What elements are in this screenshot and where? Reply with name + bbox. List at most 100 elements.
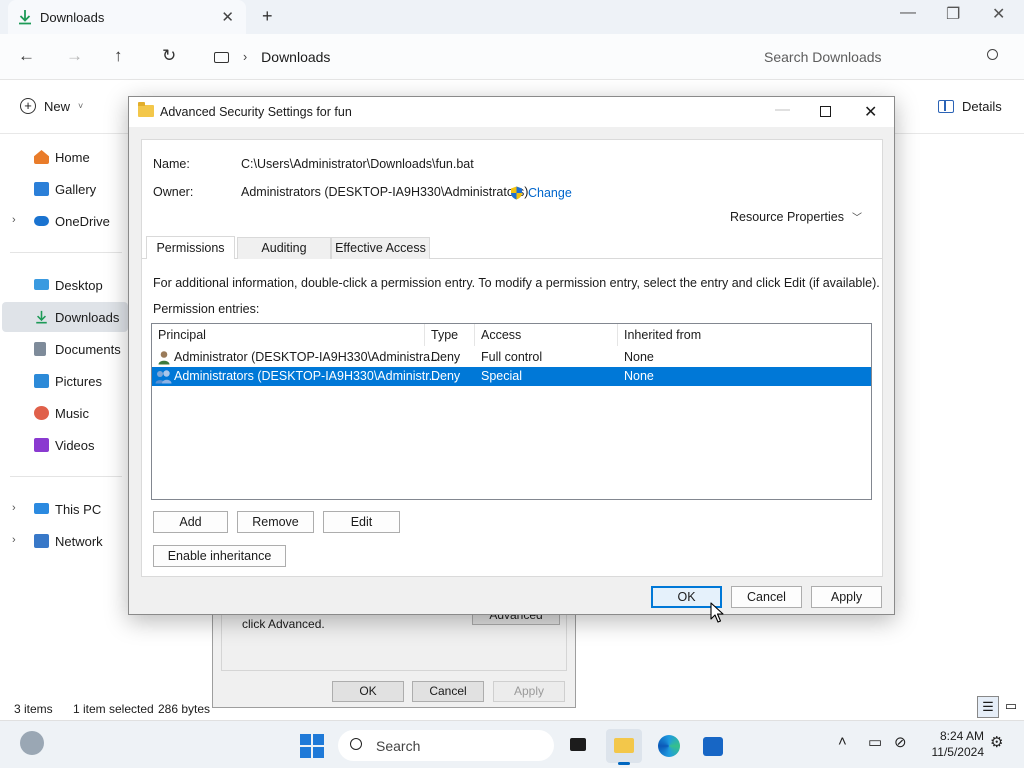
- tab-permissions[interactable]: Permissions: [146, 236, 235, 259]
- close-window-button[interactable]: ✕: [992, 4, 1005, 24]
- forward-button[interactable]: →: [66, 46, 83, 66]
- start-button[interactable]: [300, 734, 324, 758]
- restore-button[interactable]: ❐: [946, 4, 960, 24]
- column-header-type[interactable]: Type: [425, 324, 475, 346]
- change-owner-link[interactable]: Change: [528, 186, 572, 200]
- explorer-titlebar: Downloads ✕ + — ❐ ✕: [0, 0, 1024, 34]
- taskbar: Search ˄ ▭ ⊘ 8:24 AM 11/5/2024 ⚙: [0, 720, 1024, 768]
- download-icon: [19, 10, 31, 25]
- sidebar-item-music[interactable]: Music: [2, 398, 128, 428]
- edge-taskbar-button[interactable]: [651, 729, 687, 763]
- cloud-icon: [34, 216, 49, 226]
- edit-button[interactable]: Edit: [323, 511, 400, 533]
- search-icon: [350, 738, 362, 750]
- clock[interactable]: 8:24 AM 11/5/2024: [922, 728, 985, 760]
- weather-widget-icon[interactable]: [20, 731, 44, 755]
- column-header-inherited[interactable]: Inherited from: [618, 324, 871, 346]
- sidebar-item-network[interactable]: Network: [2, 526, 128, 556]
- advanced-security-dialog: Advanced Security Settings for fun — ✕ N…: [128, 96, 895, 615]
- new-label: New: [44, 98, 71, 114]
- breadcrumb[interactable]: Downloads: [261, 49, 330, 65]
- sidebar-item-home[interactable]: Home: [2, 142, 128, 172]
- permission-row[interactable]: Administrator (DESKTOP-IA9H330\Administr…: [152, 348, 871, 367]
- sidebar-divider: [10, 252, 122, 253]
- tab-effective-access[interactable]: Effective Access: [331, 237, 430, 259]
- sidebar-item-documents[interactable]: Documents: [2, 334, 128, 364]
- name-label: Name:: [153, 157, 190, 171]
- sidebar-item-this-pc[interactable]: This PC: [2, 494, 128, 524]
- chevron-down-icon: ˅: [78, 101, 84, 111]
- sidebar-item-onedrive[interactable]: OneDrive: [2, 206, 128, 236]
- column-header-principal[interactable]: Principal: [152, 324, 425, 346]
- dialog-maximize-button[interactable]: [820, 106, 831, 117]
- file-explorer-taskbar-button[interactable]: [606, 729, 642, 765]
- sidebar-item-pictures[interactable]: Pictures: [2, 366, 128, 396]
- notifications-icon[interactable]: ⚙: [990, 733, 1003, 751]
- start-logo-tile: [313, 734, 324, 745]
- row-principal: Administrators (DESKTOP-IA9H330\Administ…: [174, 369, 440, 383]
- sidebar-item-videos[interactable]: Videos: [2, 430, 128, 460]
- tab-auditing[interactable]: Auditing: [237, 237, 331, 259]
- show-hidden-icons-chevron[interactable]: ˄: [838, 733, 847, 750]
- new-button[interactable]: + New ˅: [20, 98, 83, 114]
- close-tab-icon[interactable]: ✕: [221, 8, 234, 26]
- pictures-icon: [34, 374, 49, 388]
- sidebar-item-downloads[interactable]: Downloads: [2, 302, 128, 332]
- enable-inheritance-button[interactable]: Enable inheritance: [153, 545, 286, 567]
- up-button[interactable]: ↑: [114, 46, 123, 66]
- cancel-button[interactable]: Cancel: [731, 586, 802, 608]
- permission-row-selected[interactable]: Administrators (DESKTOP-IA9H330\Administ…: [152, 367, 871, 386]
- row-access: Special: [481, 369, 522, 383]
- owner-value: Administrators (DESKTOP-IA9H330\Administ…: [241, 185, 529, 199]
- network-status-icon[interactable]: ▭: [868, 733, 882, 751]
- resource-properties-toggle[interactable]: Resource Properties ﹀: [730, 209, 862, 224]
- back-button[interactable]: ←: [18, 46, 35, 66]
- add-button[interactable]: Add: [153, 511, 228, 533]
- props-ok-button[interactable]: OK: [332, 681, 404, 702]
- minimize-button[interactable]: —: [900, 4, 916, 22]
- row-principal: Administrator (DESKTOP-IA9H330\Administr…: [174, 350, 441, 364]
- chevron-down-icon: ﹀: [851, 213, 862, 224]
- dialog-minimize-button[interactable]: —: [775, 101, 790, 118]
- file-explorer-icon: [614, 738, 634, 753]
- status-selection: 1 item selected: [73, 702, 154, 716]
- dialog-close-button[interactable]: ✕: [864, 102, 877, 122]
- start-logo-tile: [300, 734, 311, 745]
- taskbar-search-box[interactable]: Search: [338, 730, 554, 761]
- sidebar-divider: [10, 476, 122, 477]
- remove-button[interactable]: Remove: [237, 511, 314, 533]
- row-inherited: None: [624, 350, 654, 364]
- props-apply-button[interactable]: Apply: [493, 681, 565, 702]
- music-icon: [34, 406, 49, 420]
- permission-entries-list[interactable]: Principal Type Access Inherited from Adm…: [151, 323, 872, 500]
- address-box[interactable]: › Downloads: [200, 40, 736, 74]
- documents-icon: [34, 342, 46, 356]
- advanced-hint: click Advanced.: [242, 617, 325, 631]
- refresh-button[interactable]: ↻: [162, 46, 176, 66]
- home-icon: [34, 150, 49, 164]
- dialog-title: Advanced Security Settings for fun: [160, 105, 352, 119]
- task-view-button[interactable]: [561, 729, 597, 763]
- videos-icon: [34, 438, 49, 452]
- sidebar-item-gallery[interactable]: Gallery: [2, 174, 128, 204]
- explorer-tab[interactable]: Downloads ✕: [8, 0, 246, 34]
- taskbar-search-label: Search: [376, 737, 421, 754]
- props-cancel-button[interactable]: Cancel: [412, 681, 484, 702]
- store-taskbar-button[interactable]: [695, 729, 731, 763]
- tiles-view-button[interactable]: ▭: [1000, 696, 1022, 718]
- row-access: Full control: [481, 350, 543, 364]
- details-button[interactable]: Details: [938, 99, 1002, 114]
- details-view-button[interactable]: ☰: [977, 696, 999, 718]
- volume-muted-icon[interactable]: ⊘: [894, 733, 907, 751]
- network-icon: [34, 534, 49, 548]
- column-header-access[interactable]: Access: [475, 324, 618, 346]
- desktop-icon: [34, 279, 49, 290]
- plus-icon: +: [20, 98, 36, 114]
- new-tab-button[interactable]: +: [262, 6, 273, 27]
- task-view-icon: [570, 738, 586, 751]
- apply-button[interactable]: Apply: [811, 586, 882, 608]
- sidebar-item-desktop[interactable]: Desktop: [2, 270, 128, 300]
- clock-date: 11/5/2024: [931, 745, 985, 759]
- search-input[interactable]: Search Downloads: [748, 40, 1012, 74]
- dialog-body: Name: C:\Users\Administrator\Downloads\f…: [141, 139, 883, 577]
